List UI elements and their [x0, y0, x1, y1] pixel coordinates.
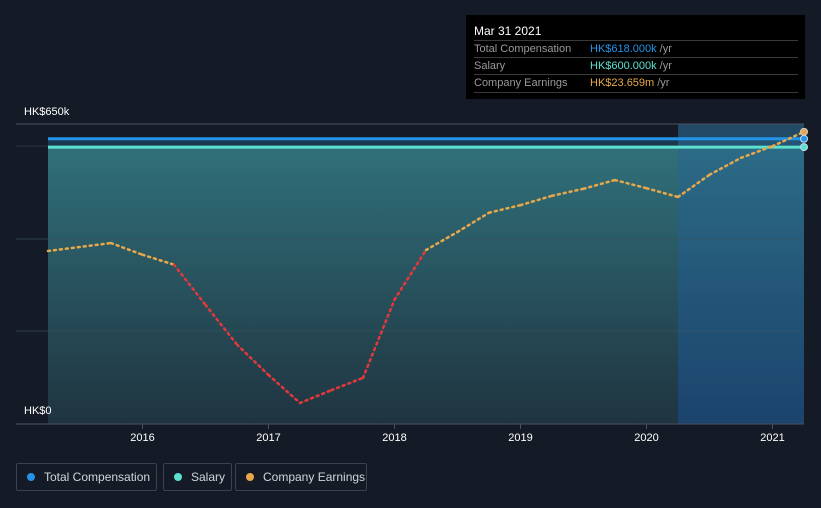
earnings-end-marker: [800, 127, 808, 136]
tooltip-row-total-compensation: Total Compensation HK$618.000k/yr: [474, 40, 798, 58]
highlight-region: [678, 124, 804, 424]
tooltip-row-salary: Salary HK$600.000k/yr: [474, 57, 798, 75]
legend-dot-icon: [174, 473, 182, 481]
legend-label: Total Compensation: [44, 470, 151, 484]
tooltip-value: HK$23.659m: [590, 77, 655, 89]
legend-dot-icon: [27, 473, 35, 481]
legend-salary[interactable]: Salary: [163, 463, 232, 491]
tooltip-label: Total Compensation: [474, 43, 572, 55]
legend-dot-icon: [246, 473, 254, 481]
y-axis-bottom-label: HK$0: [24, 405, 52, 417]
legend-company-earnings[interactable]: Company Earnings: [235, 463, 367, 491]
legend-total-compensation[interactable]: Total Compensation: [16, 463, 157, 491]
tooltip-date: Mar 31 2021: [474, 24, 542, 38]
x-tick-label: 2020: [634, 432, 658, 444]
tooltip-unit: /yr: [657, 77, 670, 89]
x-tick-label: 2017: [256, 432, 280, 444]
tooltip-row-company-earnings: Company Earnings HK$23.659m/yr: [474, 74, 798, 93]
total-compensation-line-end-marker: [800, 134, 808, 143]
tooltip: Mar 31 2021 Total Compensation HK$618.00…: [466, 15, 805, 99]
y-axis-top-label: HK$650k: [24, 106, 70, 118]
x-tick-label: 2018: [382, 432, 406, 444]
tooltip-label: Salary: [474, 60, 506, 72]
tooltip-label: Company Earnings: [474, 77, 568, 89]
x-tick-label: 2016: [130, 432, 154, 444]
salary-line-end-marker: [800, 143, 808, 152]
tooltip-unit: /yr: [659, 60, 672, 72]
x-tick-label: 2019: [508, 432, 532, 444]
legend-label: Company Earnings: [263, 470, 366, 484]
legend-label: Salary: [191, 470, 226, 484]
tooltip-value: HK$618.000k: [590, 43, 657, 55]
x-tick-label: 2021: [760, 432, 784, 444]
tooltip-value: HK$600.000k: [590, 60, 657, 72]
tooltip-unit: /yr: [659, 43, 672, 55]
